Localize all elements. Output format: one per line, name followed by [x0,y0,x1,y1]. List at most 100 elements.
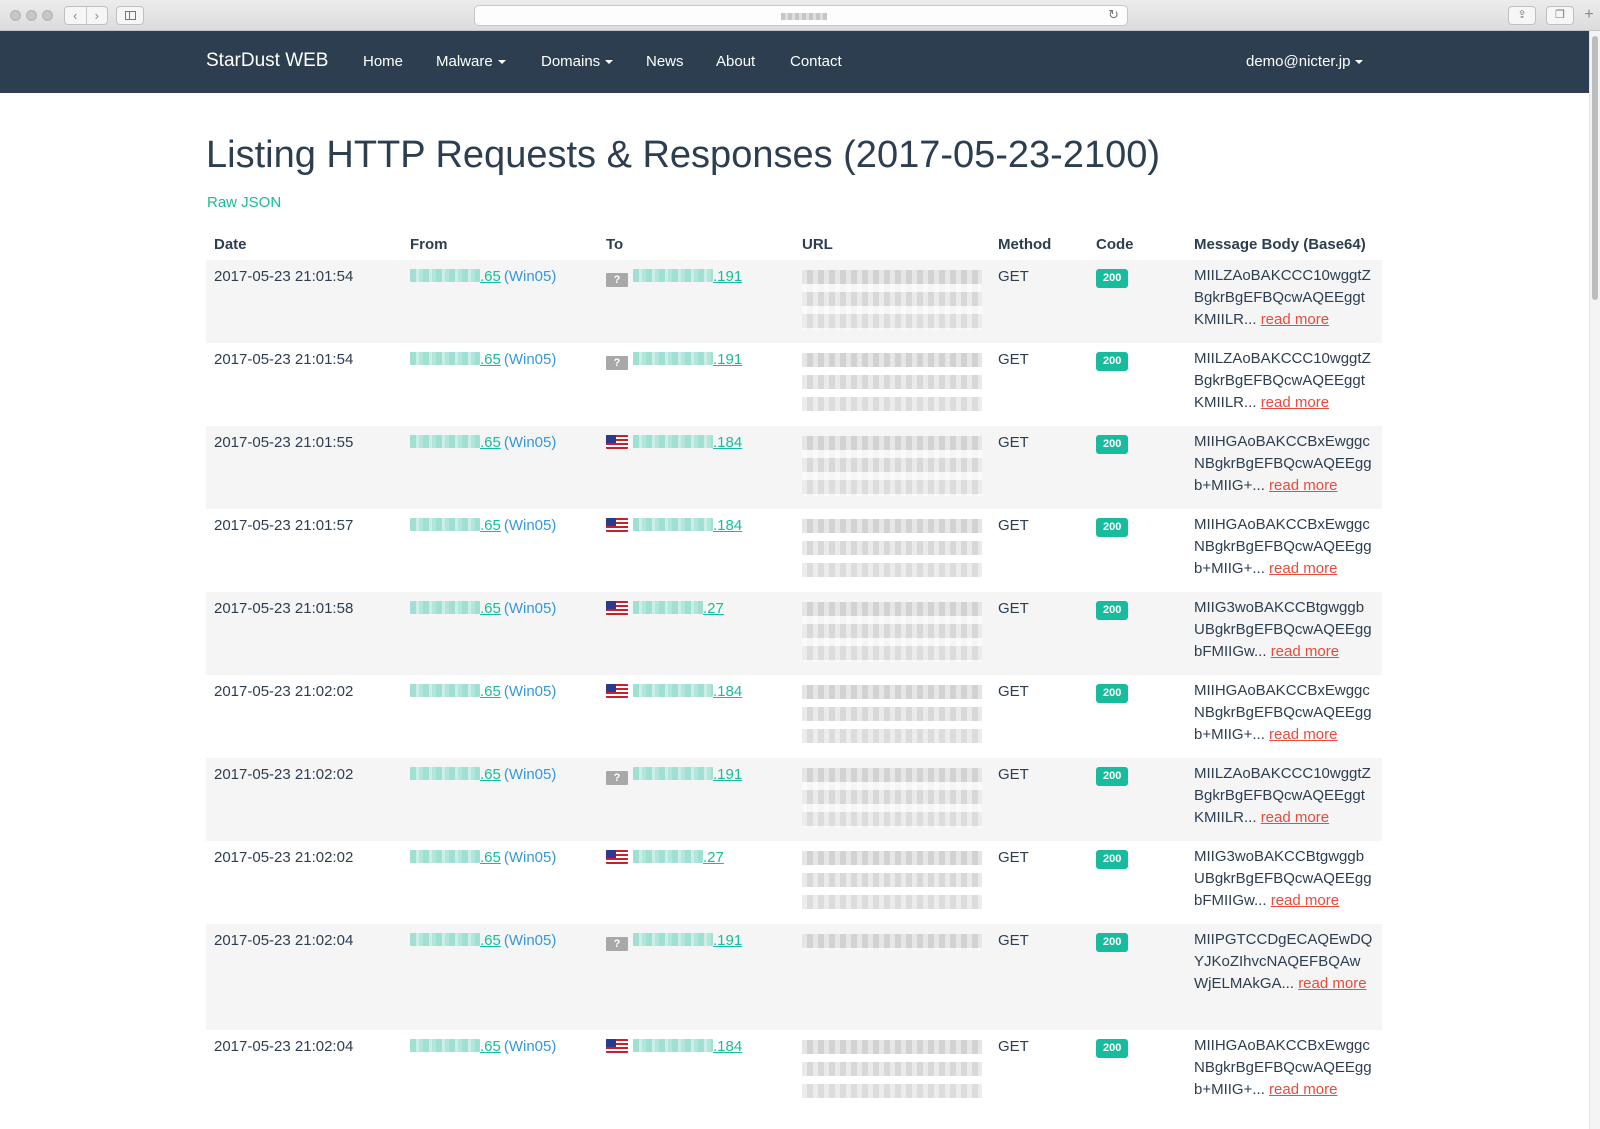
from-host-link[interactable]: .65 (Win05) [410,600,556,617]
to-ip-suffix: .184 [713,683,743,700]
to-host-link[interactable]: .184 [633,517,742,534]
from-host-link[interactable]: .65 (Win05) [410,932,556,949]
table-row: 2017-05-23 21:01:54 .65 (Win05)? .191 GET 200… [206,343,1382,426]
from-host-name: (Win05) [503,683,557,700]
from-host-link[interactable]: .65 (Win05) [410,683,556,700]
redacted-url [802,519,982,579]
from-host-link[interactable]: .65 (Win05) [410,268,556,285]
cell-url [794,1030,990,1113]
nav-home[interactable]: Home [363,53,403,70]
from-host-link[interactable]: .65 (Win05) [410,766,556,783]
cell-url [794,260,990,343]
address-bar[interactable]: ↻ [474,5,1128,26]
from-ip-suffix: .65 [480,517,501,534]
nav-domains[interactable]: Domains [541,53,614,70]
cell-from: .65 (Win05) [402,343,598,426]
read-more-link[interactable]: read more [1261,311,1329,328]
nav-about-label: About [716,53,756,70]
table-row: 2017-05-23 21:02:02 .65 (Win05) .184 GET 200 M… [206,675,1382,758]
plus-icon: + [1584,6,1594,23]
cell-date: 2017-05-23 21:02:04 [206,924,402,1030]
header-from: From [410,236,448,253]
user-menu[interactable]: demo@nicter.jp [1246,53,1364,70]
back-icon[interactable]: ‹ [65,7,87,24]
nav-about[interactable]: About [716,53,755,70]
scrollbar-thumb[interactable] [1592,36,1598,300]
reload-icon[interactable]: ↻ [1108,7,1119,23]
table-header-row: Date From To URL Method Code Message Bod… [206,229,1382,260]
from-ip-suffix: .65 [480,600,501,617]
to-host-link[interactable]: .191 [633,932,742,949]
from-host-link[interactable]: .65 (Win05) [410,1038,556,1055]
cell-to: .27 [598,592,794,675]
tab-overview-button[interactable]: ❐ [1546,6,1574,25]
cell-message-body: MIIG3woBAKCCBtgwggbUBgkrBgEFBQcwAQEEggbF… [1186,841,1382,924]
cell-message-body: MIILZAoBAKCCC10wggtZBgkrBgEFBQcwAQEEggtK… [1186,758,1382,841]
brand-link[interactable]: StarDust WEB [206,50,328,72]
redacted-ip [410,352,480,365]
from-host-link[interactable]: .65 (Win05) [410,434,556,451]
minimize-window-icon[interactable] [26,10,37,21]
cell-from: .65 (Win05) [402,841,598,924]
to-host-link[interactable]: .184 [633,1038,742,1055]
from-host-link[interactable]: .65 (Win05) [410,517,556,534]
redacted-url [802,602,982,662]
cell-code: 200 [1088,592,1186,675]
to-host-link[interactable]: .191 [633,351,742,368]
zoom-window-icon[interactable] [42,10,53,21]
cell-date: 2017-05-23 21:02:02 [206,841,402,924]
share-button[interactable]: ⇪ [1508,6,1536,25]
read-more-link[interactable]: read more [1269,560,1337,577]
read-more-link[interactable]: read more [1269,726,1337,743]
redacted-ip [633,767,713,780]
to-host-link[interactable]: .191 [633,766,742,783]
cell-date: 2017-05-23 21:01:54 [206,260,402,343]
table-row: 2017-05-23 21:02:02 .65 (Win05) .27 GET 200 MI… [206,841,1382,924]
request-method: GET [998,932,1029,949]
us-flag-icon [606,435,628,449]
read-more-link[interactable]: read more [1261,809,1329,826]
raw-json-link[interactable]: Raw JSON [207,194,281,211]
request-date: 2017-05-23 21:02:02 [214,766,354,783]
status-badge: 200 [1096,933,1129,952]
redacted-ip [633,352,713,365]
to-host-link[interactable]: .184 [633,683,742,700]
nav-news[interactable]: News [646,53,684,70]
read-more-link[interactable]: read more [1298,975,1366,992]
nav-contact[interactable]: Contact [790,53,842,70]
to-host-link[interactable]: .27 [633,600,724,617]
close-window-icon[interactable] [10,10,21,21]
cell-date: 2017-05-23 21:01:54 [206,343,402,426]
read-more-link[interactable]: read more [1271,643,1339,660]
from-host-name: (Win05) [503,600,557,617]
status-badge: 200 [1096,601,1129,620]
nav-news-label: News [646,53,684,70]
to-host-link[interactable]: .27 [633,849,724,866]
from-host-name: (Win05) [503,434,557,451]
from-host-link[interactable]: .65 (Win05) [410,351,556,368]
table-row: 2017-05-23 21:02:04 .65 (Win05) .184 GET 200 M… [206,1030,1382,1113]
to-ip-suffix: .191 [713,351,743,368]
to-host-link[interactable]: .184 [633,434,742,451]
to-ip-suffix: .191 [713,766,743,783]
us-flag-icon [606,850,628,864]
from-host-link[interactable]: .65 (Win05) [410,849,556,866]
request-method: GET [998,600,1029,617]
read-more-link[interactable]: read more [1261,394,1329,411]
forward-icon[interactable]: › [87,7,108,24]
cell-from: .65 (Win05) [402,1030,598,1113]
read-more-link[interactable]: read more [1269,1081,1337,1098]
cell-to: ? .191 [598,260,794,343]
nav-home-label: Home [363,53,404,70]
to-host-link[interactable]: .191 [633,268,742,285]
sidebar-toggle-button[interactable] [116,6,144,25]
nav-malware[interactable]: Malware [436,53,506,70]
status-badge: 200 [1096,269,1129,288]
redacted-ip [633,269,713,282]
from-ip-suffix: .65 [480,268,501,285]
read-more-link[interactable]: read more [1269,477,1337,494]
new-tab-button[interactable]: + [1580,7,1598,25]
read-more-link[interactable]: read more [1271,892,1339,909]
header-to: To [606,236,624,253]
cell-from: .65 (Win05) [402,509,598,592]
